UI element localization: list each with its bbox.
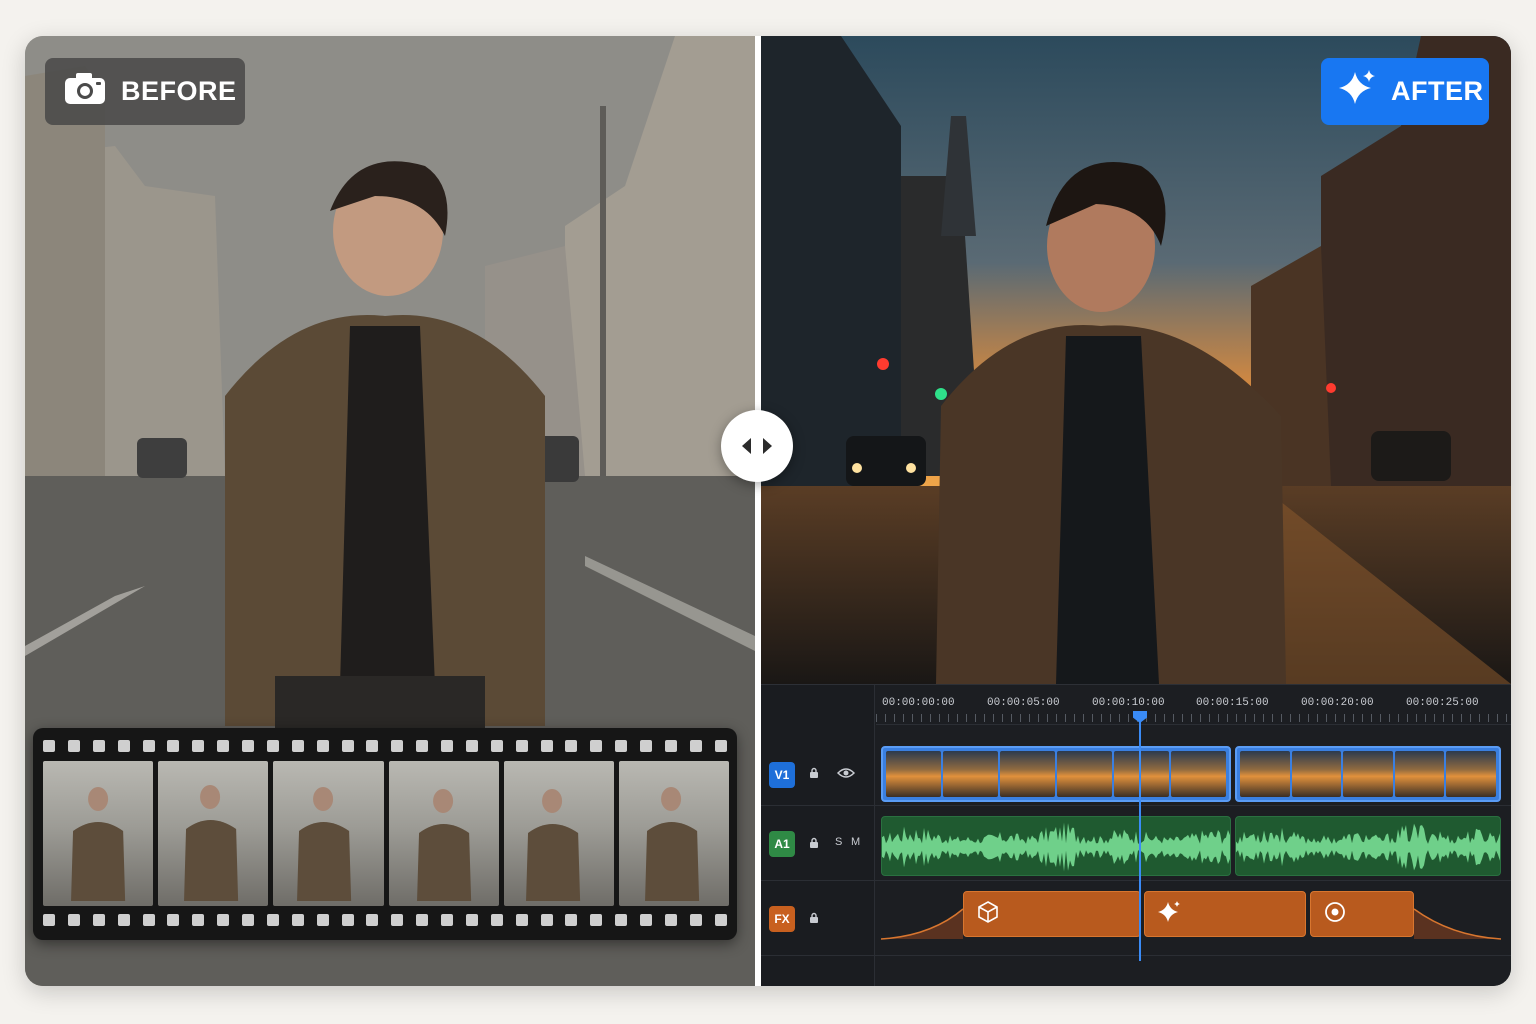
audio-clip[interactable] xyxy=(881,816,1231,876)
comparison-frame: BEFORE AFTER 00:00:00:00 00:00:05:00 00:… xyxy=(25,36,1511,986)
after-photo xyxy=(761,36,1511,684)
fx-clip[interactable] xyxy=(1144,891,1306,937)
track-tag-v1[interactable]: V1 xyxy=(769,762,795,788)
timecode-label: 00:00:20:00 xyxy=(1301,697,1374,709)
sparkle-icon xyxy=(1337,68,1377,115)
video-clip[interactable] xyxy=(881,746,1231,802)
film-frame[interactable] xyxy=(273,761,384,906)
camera-icon xyxy=(63,70,107,113)
solo-toggle[interactable]: S xyxy=(835,836,842,848)
mute-toggle[interactable]: M xyxy=(851,836,860,848)
film-frame[interactable] xyxy=(618,761,730,906)
track-v1: V1 xyxy=(761,726,1511,806)
timecode-label: 00:00:15:00 xyxy=(1196,697,1269,709)
after-image-pane: AFTER 00:00:00:00 00:00:05:00 00:00:10:0… xyxy=(761,36,1511,986)
timecode-label: 00:00:25:00 xyxy=(1406,697,1479,709)
film-frame[interactable] xyxy=(43,761,154,906)
before-image-pane: BEFORE xyxy=(25,36,755,986)
timeline-panel: 00:00:00:00 00:00:05:00 00:00:10:00 00:0… xyxy=(761,684,1511,986)
lock-icon[interactable] xyxy=(809,912,819,927)
timecode-ruler[interactable]: 00:00:00:00 00:00:05:00 00:00:10:00 00:0… xyxy=(876,685,1511,725)
film-frame[interactable] xyxy=(388,761,499,906)
timecode-label: 00:00:10:00 xyxy=(1092,697,1165,709)
eye-icon[interactable] xyxy=(836,767,856,782)
before-badge: BEFORE xyxy=(45,58,245,125)
filmstrip xyxy=(33,728,737,940)
video-clip[interactable] xyxy=(1235,746,1501,802)
film-perforations-top xyxy=(43,740,727,754)
before-label: BEFORE xyxy=(121,76,237,106)
sparkle-icon xyxy=(1157,900,1181,929)
film-perforations-bottom xyxy=(43,914,727,928)
target-icon xyxy=(1323,900,1347,929)
track-tag-a1[interactable]: A1 xyxy=(769,831,795,857)
playhead[interactable] xyxy=(1139,711,1141,961)
cube-icon xyxy=(976,900,1000,929)
film-frame[interactable] xyxy=(503,761,614,906)
timecode-label: 00:00:00:00 xyxy=(882,697,955,709)
audio-clip[interactable] xyxy=(1235,816,1501,876)
fx-clip[interactable] xyxy=(963,891,1141,937)
after-label: AFTER xyxy=(1391,76,1484,106)
track-tag-fx[interactable]: FX xyxy=(769,906,795,932)
ruler-ticks xyxy=(876,714,1511,722)
lock-icon[interactable] xyxy=(809,767,819,782)
left-right-arrows-icon xyxy=(740,437,774,455)
fx-clip[interactable] xyxy=(1310,891,1414,937)
lock-icon[interactable] xyxy=(809,837,819,852)
timecode-label: 00:00:05:00 xyxy=(987,697,1060,709)
film-frame[interactable] xyxy=(158,761,269,906)
track-fx: FX xyxy=(761,881,1511,956)
compare-slider-handle[interactable] xyxy=(721,410,793,482)
track-a1: A1 S M xyxy=(761,806,1511,881)
after-badge: AFTER xyxy=(1321,58,1489,125)
